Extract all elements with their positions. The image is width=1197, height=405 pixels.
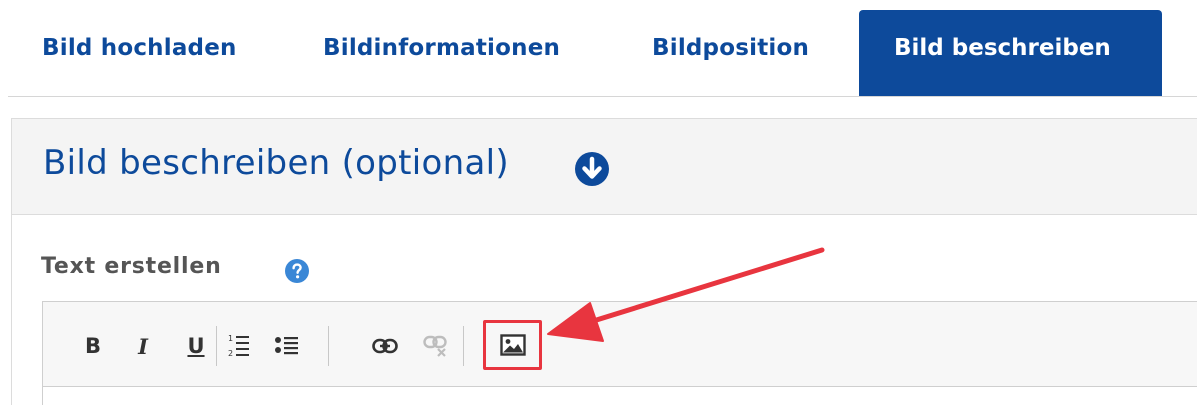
panel-header[interactable]: Bild beschreiben (optional) — [12, 119, 1197, 215]
panel-title: Bild beschreiben (optional) — [43, 143, 509, 183]
link-button[interactable] — [369, 330, 401, 362]
svg-text:1: 1 — [228, 334, 233, 343]
bullet-list-button[interactable] — [271, 330, 303, 362]
toolbar-separator — [328, 326, 329, 366]
describe-panel: Bild beschreiben (optional) Text erstell… — [11, 118, 1197, 405]
link-icon — [372, 338, 398, 354]
tab-bildinformationen[interactable]: Bildinformationen — [323, 35, 560, 65]
unlink-icon — [423, 335, 447, 357]
svg-text:2: 2 — [228, 349, 233, 358]
bold-button[interactable]: B — [77, 330, 109, 362]
image-wizard: Bild hochladen Bildinformationen Bildpos… — [0, 0, 1197, 405]
question-circle-icon[interactable] — [285, 259, 309, 283]
italic-button[interactable]: I — [127, 330, 159, 362]
editor-toolbar: B I U 1 2 — [43, 302, 1197, 387]
underline-button[interactable]: U — [180, 330, 212, 362]
chevron-down-circle-icon[interactable] — [574, 151, 610, 187]
unlink-button[interactable] — [420, 330, 452, 362]
tab-bild-beschreiben[interactable]: Bild beschreiben — [859, 10, 1162, 97]
tab-divider — [8, 96, 1197, 97]
insert-image-button[interactable] — [483, 320, 542, 370]
toolbar-separator — [216, 326, 217, 366]
tab-bildposition[interactable]: Bildposition — [652, 35, 809, 65]
toolbar-separator — [463, 326, 464, 366]
ordered-list-button[interactable]: 1 2 — [223, 330, 255, 362]
image-icon — [499, 334, 526, 356]
text-field-label: Text erstellen — [41, 254, 222, 279]
tab-bild-beschreiben-label: Bild beschreiben — [894, 35, 1111, 61]
tab-bar: Bild hochladen Bildinformationen Bildpos… — [0, 0, 1197, 97]
tab-bild-hochladen[interactable]: Bild hochladen — [42, 35, 237, 65]
bullet-list-icon — [275, 337, 298, 355]
ordered-list-icon: 1 2 — [228, 334, 249, 358]
rich-text-editor: B I U 1 2 — [42, 301, 1197, 405]
